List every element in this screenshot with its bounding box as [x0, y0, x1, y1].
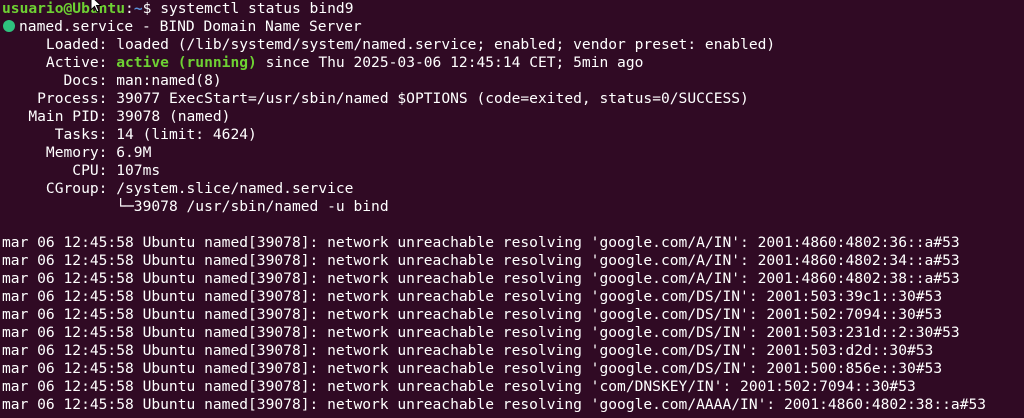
prompt-separator: :	[125, 0, 134, 17]
field-cgroup-process: └─39078 /usr/sbin/named -u bind	[2, 198, 1024, 216]
field-label: CPU:	[2, 162, 117, 179]
field-label: Docs:	[2, 72, 117, 89]
log-line: mar 06 12:45:58 Ubuntu named[39078]: net…	[2, 270, 960, 287]
log-line: mar 06 12:45:58 Ubuntu named[39078]: net…	[2, 288, 943, 305]
log-line: mar 06 12:45:58 Ubuntu named[39078]: net…	[2, 378, 916, 395]
field-tasks: Tasks: 14 (limit: 4624)	[2, 126, 1024, 144]
field-label: CGroup:	[2, 180, 117, 197]
field-memory: Memory: 6.9M	[2, 144, 1024, 162]
field-value: man:named(8)	[116, 72, 222, 89]
prompt-line: usuario@Ubuntu:~$ systemctl status bind9	[2, 0, 1024, 18]
field-loaded: Loaded: loaded (/lib/systemd/system/name…	[2, 36, 1024, 54]
log-line: mar 06 12:45:58 Ubuntu named[39078]: net…	[2, 396, 987, 413]
service-header: named.service - BIND Domain Name Server	[19, 18, 362, 35]
field-value: 107ms	[116, 162, 161, 179]
field-label: Tasks:	[2, 126, 117, 143]
field-value: loaded (/lib/systemd/system/named.servic…	[116, 36, 776, 53]
service-header-line: named.service - BIND Domain Name Server	[2, 18, 1024, 36]
field-cgroup: CGroup: /system.slice/named.service	[2, 180, 1024, 198]
field-label: Active:	[2, 54, 117, 71]
field-label	[2, 198, 116, 215]
prompt-path: ~	[133, 0, 143, 17]
field-main-pid: Main PID: 39078 (named)	[2, 108, 1024, 126]
field-value: └─39078 /usr/sbin/named -u bind	[116, 198, 389, 215]
field-value: /system.slice/named.service	[116, 180, 354, 197]
log-line: mar 06 12:45:58 Ubuntu named[39078]: net…	[2, 306, 943, 323]
log-line: mar 06 12:45:58 Ubuntu named[39078]: net…	[2, 324, 960, 341]
prompt-user-host: usuario@Ubuntu	[2, 0, 126, 17]
prompt-symbol: $	[142, 0, 161, 17]
field-value: 14 (limit: 4624)	[116, 126, 257, 143]
field-value: 39077 ExecStart=/usr/sbin/named $OPTIONS…	[116, 90, 749, 107]
field-value: since Thu 2025-03-06 12:45:14 CET; 5min …	[256, 54, 644, 71]
field-process: Process: 39077 ExecStart=/usr/sbin/named…	[2, 90, 1024, 108]
log-line: mar 06 12:45:58 Ubuntu named[39078]: net…	[2, 234, 960, 251]
field-active: Active: active (running) since Thu 2025-…	[2, 54, 1024, 72]
field-cpu: CPU: 107ms	[2, 162, 1024, 180]
log-line: mar 06 12:45:58 Ubuntu named[39078]: net…	[2, 342, 934, 359]
mouse-pointer-icon	[90, 0, 103, 13]
field-label: Main PID:	[2, 108, 117, 125]
field-value: 6.9M	[116, 144, 152, 161]
terminal-window[interactable]: usuario@Ubuntu:~$ systemctl status bind9…	[0, 0, 1024, 418]
field-label: Memory:	[2, 144, 117, 161]
field-label: Process:	[2, 90, 117, 107]
log-line: mar 06 12:45:58 Ubuntu named[39078]: net…	[2, 252, 960, 269]
status-dot-icon	[3, 20, 15, 32]
field-label: Loaded:	[2, 36, 117, 53]
log-line: mar 06 12:45:58 Ubuntu named[39078]: net…	[2, 360, 943, 377]
field-value: 39078 (named)	[116, 108, 231, 125]
field-docs: Docs: man:named(8)	[2, 72, 1024, 90]
prompt-command: systemctl status bind9	[160, 0, 354, 17]
active-state: active (running)	[116, 54, 257, 71]
